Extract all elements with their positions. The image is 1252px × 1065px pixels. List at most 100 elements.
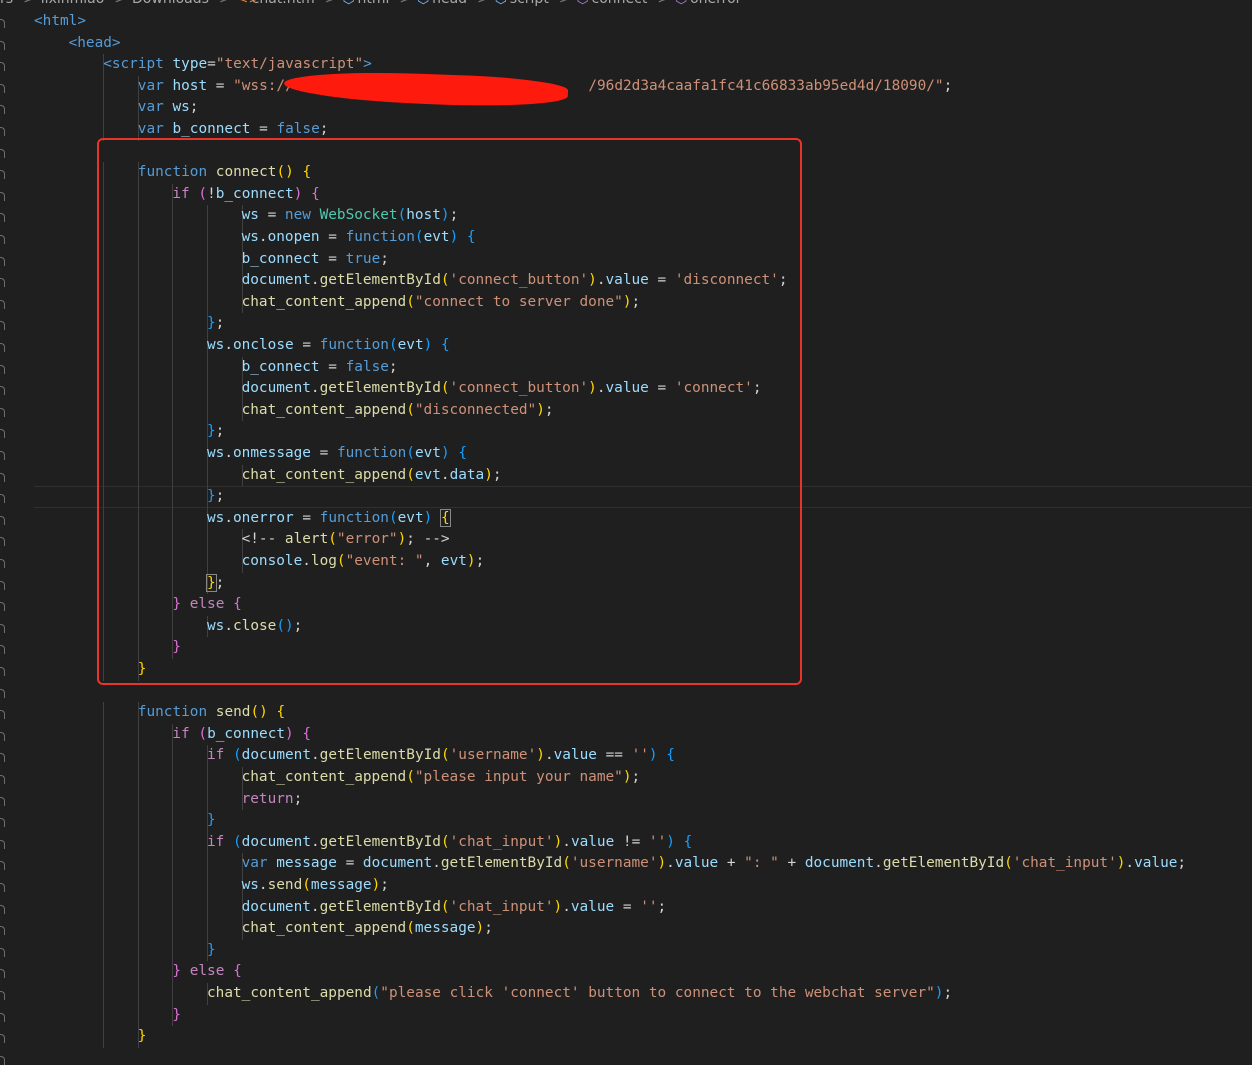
code-token: return xyxy=(241,790,294,807)
code-token: ( xyxy=(440,747,450,764)
code-line[interactable]: } else { xyxy=(0,961,1252,983)
indent-guide xyxy=(137,767,139,789)
code-token: ; xyxy=(943,77,953,94)
code-text: function send() { xyxy=(138,702,285,724)
code-token: . xyxy=(432,855,441,872)
code-token: '' xyxy=(648,833,667,850)
code-token: ) xyxy=(553,898,563,915)
code-line[interactable]: ws.send(message); xyxy=(0,875,1252,897)
indent-guide xyxy=(137,723,139,746)
code-token: ( xyxy=(233,747,242,764)
code-line[interactable]: <script type="text/javascript"> xyxy=(0,54,1252,76)
indent-guide xyxy=(207,767,208,789)
code-token: > xyxy=(363,56,372,73)
code-token: value xyxy=(674,855,719,872)
fold-marker-icon[interactable] xyxy=(0,1055,5,1065)
indent-guide xyxy=(207,918,208,940)
code-token: { xyxy=(302,725,312,742)
code-line[interactable]: chat_content_append(message); xyxy=(0,918,1252,940)
code-token: "please input your name" xyxy=(414,769,623,785)
code-line[interactable]: function send() { xyxy=(0,702,1252,724)
code-line[interactable]: chat_content_append("please click 'conne… xyxy=(0,983,1252,1005)
code-token: var xyxy=(137,99,173,116)
code-line[interactable]: if (b_connect) { xyxy=(0,723,1252,746)
code-token: ; xyxy=(380,877,389,893)
code-token: getElementById xyxy=(319,898,441,915)
code-token: ) xyxy=(475,920,485,937)
code-text: if (document.getElementById('chat_input'… xyxy=(207,832,692,854)
code-line[interactable]: <head> xyxy=(0,33,1252,55)
code-token: ( xyxy=(1004,855,1013,872)
indent-guide xyxy=(172,788,174,811)
indent-guide xyxy=(103,702,105,724)
code-token: document xyxy=(241,833,311,850)
code-text: return; xyxy=(242,789,303,811)
code-token: ) xyxy=(622,769,632,785)
code-token: . xyxy=(562,898,571,915)
code-token: . xyxy=(310,833,320,850)
code-text: } xyxy=(172,1005,181,1027)
code-token: chat_content_append xyxy=(241,769,407,785)
code-token: ws xyxy=(241,877,259,893)
code-token: . xyxy=(874,855,883,872)
code-token: getElementById xyxy=(440,855,563,872)
code-token: ( xyxy=(406,769,415,785)
code-line[interactable]: var message = document.getElementById('u… xyxy=(0,853,1252,875)
code-token: != xyxy=(614,833,649,850)
code-text: <html> xyxy=(34,11,86,33)
code-token: { xyxy=(666,747,675,764)
code-token: 'username' xyxy=(570,855,658,872)
code-token: host xyxy=(172,77,208,94)
indent-guide xyxy=(103,961,105,983)
code-token: } xyxy=(137,1028,147,1045)
indent-guide xyxy=(103,896,105,919)
code-token: ) xyxy=(371,877,381,893)
code-line[interactable]: <html> xyxy=(0,11,1252,33)
code-token: value xyxy=(553,747,597,764)
indent-guide xyxy=(172,767,174,789)
code-token: 'chat_input' xyxy=(1012,855,1117,872)
code-line[interactable]: } xyxy=(0,810,1252,832)
code-line[interactable]: return; xyxy=(0,788,1252,811)
code-token: getElementById xyxy=(882,855,1005,872)
code-token: getElementById xyxy=(319,833,441,850)
code-token: ) xyxy=(648,747,658,764)
code-line[interactable]: var host = "wss:// /96d2d3a4caafa1fc41c6… xyxy=(0,75,1252,98)
indent-guide xyxy=(207,788,208,811)
code-token: if xyxy=(172,725,199,742)
code-token: getElementById xyxy=(319,747,441,764)
indent-guide xyxy=(137,745,139,767)
code-line[interactable]: } xyxy=(0,939,1252,962)
code-token: ; xyxy=(293,790,303,807)
code-token: ) xyxy=(657,855,667,872)
code-line[interactable]: } xyxy=(0,1026,1252,1048)
indent-guide xyxy=(137,939,139,962)
code-token: ( xyxy=(440,898,450,915)
code-line[interactable]: if (document.getElementById('chat_input'… xyxy=(0,831,1252,854)
code-line[interactable]: } xyxy=(0,1004,1252,1027)
code-token: 'username' xyxy=(449,747,537,764)
code-token: ; xyxy=(319,121,329,137)
code-token: == xyxy=(596,747,632,764)
indent-guide xyxy=(207,875,208,897)
code-token: document xyxy=(241,747,311,764)
code-token: } xyxy=(207,812,216,829)
indent-guide xyxy=(137,1004,139,1027)
code-token: . xyxy=(562,833,571,850)
code-token: ; xyxy=(631,769,641,785)
code-line[interactable]: chat_content_append("please input your n… xyxy=(0,767,1252,789)
code-token: { xyxy=(683,833,693,850)
indent-guide xyxy=(103,97,105,119)
indent-guide xyxy=(172,810,174,832)
code-text: } else { xyxy=(172,961,241,983)
code-line[interactable]: var ws; xyxy=(0,97,1252,119)
code-line[interactable]: if (document.getElementById('username').… xyxy=(0,745,1252,767)
code-token: = xyxy=(250,121,277,137)
code-line[interactable]: document.getElementById('chat_input').va… xyxy=(0,896,1252,919)
indent-guide xyxy=(103,767,105,789)
code-token: ( xyxy=(406,920,415,937)
indent-guide xyxy=(103,831,105,854)
indent-guide xyxy=(103,745,105,767)
indent-guide xyxy=(103,939,105,962)
